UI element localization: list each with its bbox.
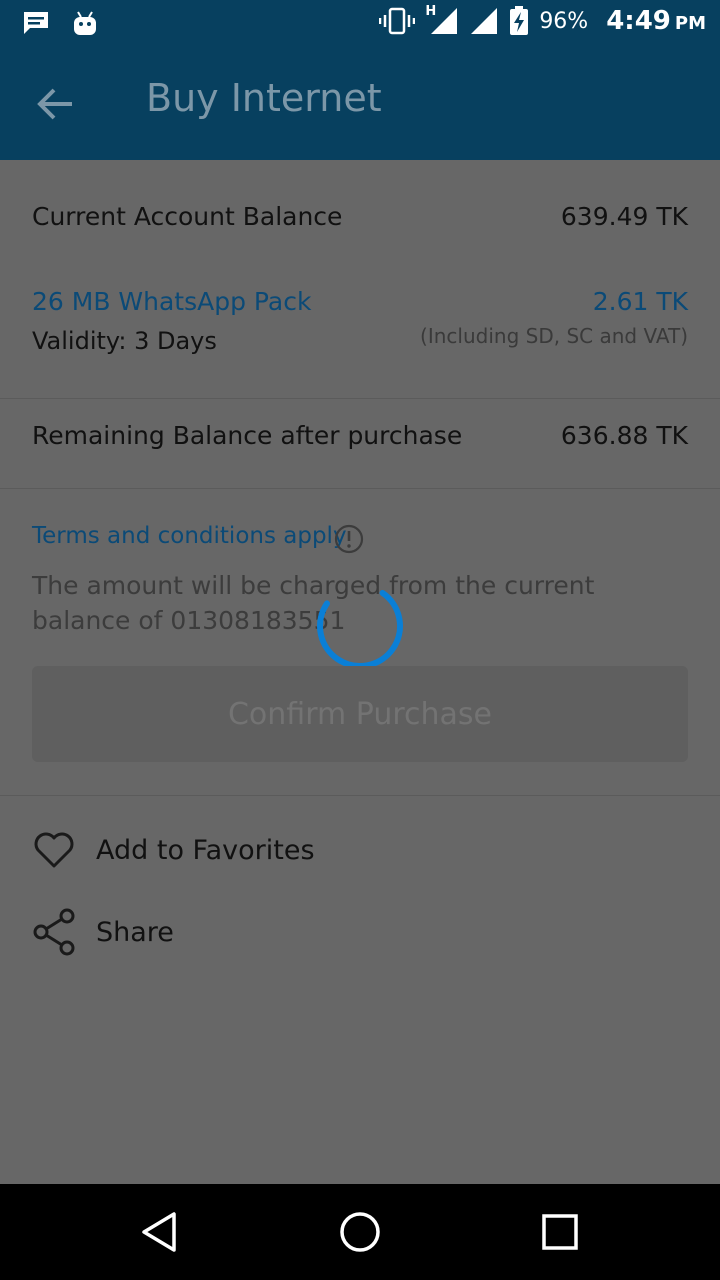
loading-spinner bbox=[317, 589, 403, 669]
confirm-purchase-button[interactable]: Confirm Purchase bbox=[32, 666, 688, 762]
share-icon bbox=[33, 908, 75, 956]
android-icon bbox=[74, 11, 96, 35]
confirm-purchase-label: Confirm Purchase bbox=[227, 696, 492, 732]
battery-charging-icon bbox=[510, 6, 529, 35]
remaining-balance-label: Remaining Balance after purchase bbox=[32, 421, 463, 450]
status-time: 4:49 bbox=[606, 6, 671, 36]
app-bar: Buy Internet bbox=[0, 48, 720, 160]
purchase-details: Current Account Balance 639.49 TK 26 MB … bbox=[0, 160, 720, 1184]
pack-name: 26 MB WhatsApp Pack bbox=[32, 287, 312, 316]
message-icon bbox=[24, 12, 48, 34]
signal-icon bbox=[471, 8, 498, 34]
terms-row: Terms and conditions apply bbox=[32, 523, 688, 559]
signal-icon bbox=[431, 8, 458, 34]
remaining-balance-row: Remaining Balance after purchase 636.88 … bbox=[32, 421, 688, 461]
remaining-balance-value: 636.88 TK bbox=[560, 421, 688, 450]
terms-link[interactable]: Terms and conditions apply bbox=[32, 523, 347, 549]
arrow-left-icon[interactable] bbox=[34, 82, 78, 126]
vibrate-icon bbox=[379, 7, 416, 35]
status-ampm: PM bbox=[674, 13, 706, 34]
current-balance-label: Current Account Balance bbox=[32, 202, 343, 231]
info-icon[interactable] bbox=[334, 524, 364, 554]
battery-percent: 96% bbox=[539, 8, 589, 34]
heart-icon bbox=[34, 832, 74, 868]
page-title: Buy Internet bbox=[146, 76, 382, 120]
status-bar: H 96% 4:49 PM bbox=[0, 0, 720, 48]
divider bbox=[0, 795, 720, 796]
current-balance-row: Current Account Balance 639.49 TK bbox=[32, 202, 688, 242]
divider bbox=[0, 488, 720, 489]
home-circle-icon[interactable] bbox=[336, 1208, 384, 1256]
share-label: Share bbox=[96, 916, 174, 948]
divider bbox=[0, 398, 720, 399]
recents-square-icon[interactable] bbox=[536, 1208, 584, 1256]
add-to-favorites-label: Add to Favorites bbox=[96, 834, 315, 866]
share-button[interactable]: Share bbox=[32, 908, 174, 956]
system-nav-bar bbox=[0, 1184, 720, 1280]
pack-row: 26 MB WhatsApp Pack Validity: 3 Days 2.6… bbox=[32, 287, 688, 367]
pack-price-note: (Including SD, SC and VAT) bbox=[420, 324, 688, 348]
current-balance-value: 639.49 TK bbox=[560, 202, 688, 231]
add-to-favorites-button[interactable]: Add to Favorites bbox=[32, 828, 315, 872]
pack-price: 2.61 TK bbox=[592, 287, 688, 316]
back-triangle-icon[interactable] bbox=[136, 1208, 184, 1256]
